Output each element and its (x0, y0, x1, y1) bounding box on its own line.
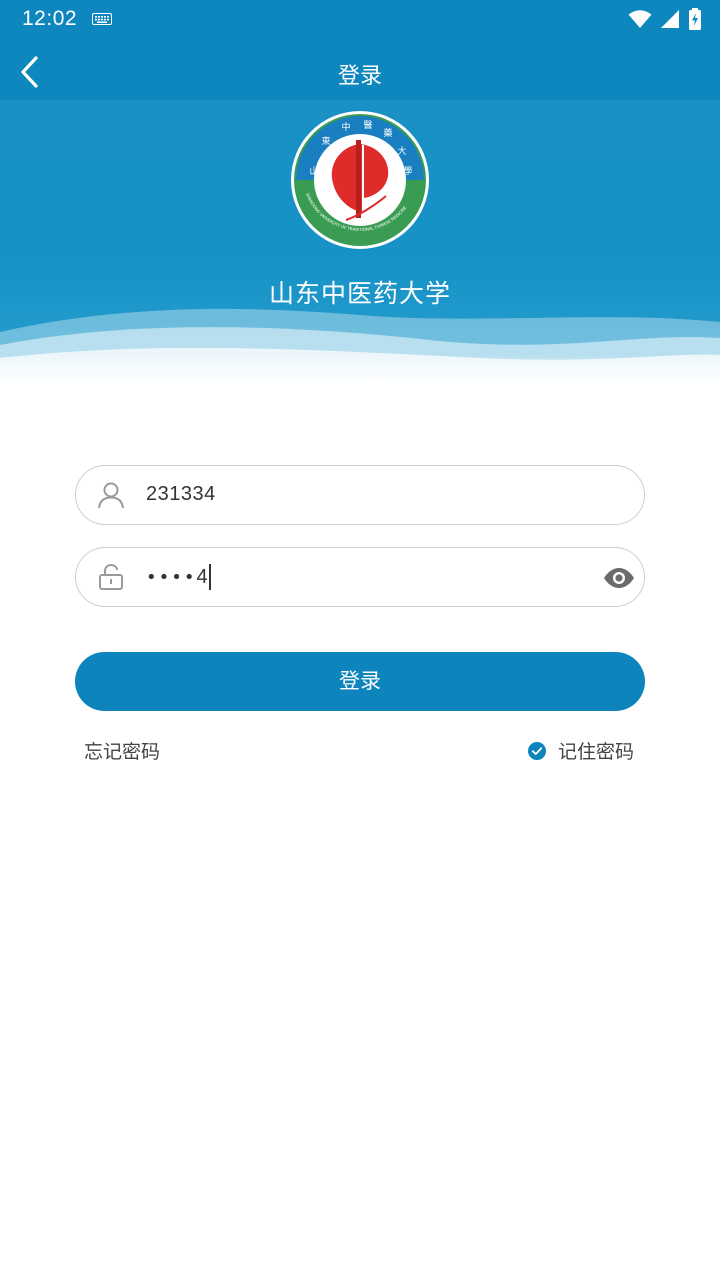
checked-icon (528, 741, 546, 760)
university-logo: 山 東 中 醫 藥 大 學 SHANDONG UNIVERSITY OF TRA… (291, 111, 429, 249)
show-password-button[interactable] (602, 563, 636, 593)
lock-icon (99, 563, 123, 590)
forgot-password-link[interactable]: 忘记密码 (84, 737, 160, 764)
signal-icon (661, 10, 679, 28)
password-field[interactable]: •••• 4 (75, 547, 645, 607)
svg-text:藥: 藥 (383, 127, 392, 139)
password-last-char: 4 (196, 565, 208, 588)
svg-text:中: 中 (341, 121, 350, 133)
username-input[interactable]: 231334 (146, 483, 216, 506)
password-mask: •••• (146, 566, 197, 588)
battery-icon (689, 8, 701, 30)
header-banner: 山 東 中 醫 藥 大 學 SHANDONG UNIVERSITY OF TRA… (0, 100, 720, 385)
svg-text:東: 東 (321, 135, 330, 147)
status-bar: 12:02 (0, 0, 720, 44)
password-input[interactable]: •••• 4 (146, 562, 211, 592)
user-icon (98, 482, 124, 509)
username-field[interactable]: 231334 (75, 465, 645, 525)
eye-icon (604, 568, 634, 588)
svg-text:大: 大 (397, 145, 406, 157)
app-bar: 登录 (0, 44, 720, 100)
status-time: 12:02 (22, 7, 78, 30)
keyboard-icon (92, 13, 112, 25)
svg-text:醫: 醫 (363, 120, 372, 131)
wifi-icon (628, 10, 652, 28)
university-name: 山东中医药大学 (268, 279, 451, 308)
logo-char: 山 (309, 166, 318, 177)
page-title: 登录 (337, 64, 382, 89)
text-cursor (208, 564, 211, 590)
login-button[interactable]: 登录 (75, 652, 645, 711)
remember-password-label: 记住密码 (558, 741, 635, 763)
remember-password-checkbox[interactable]: 记住密码 (528, 737, 634, 764)
svg-text:學: 學 (403, 165, 412, 177)
